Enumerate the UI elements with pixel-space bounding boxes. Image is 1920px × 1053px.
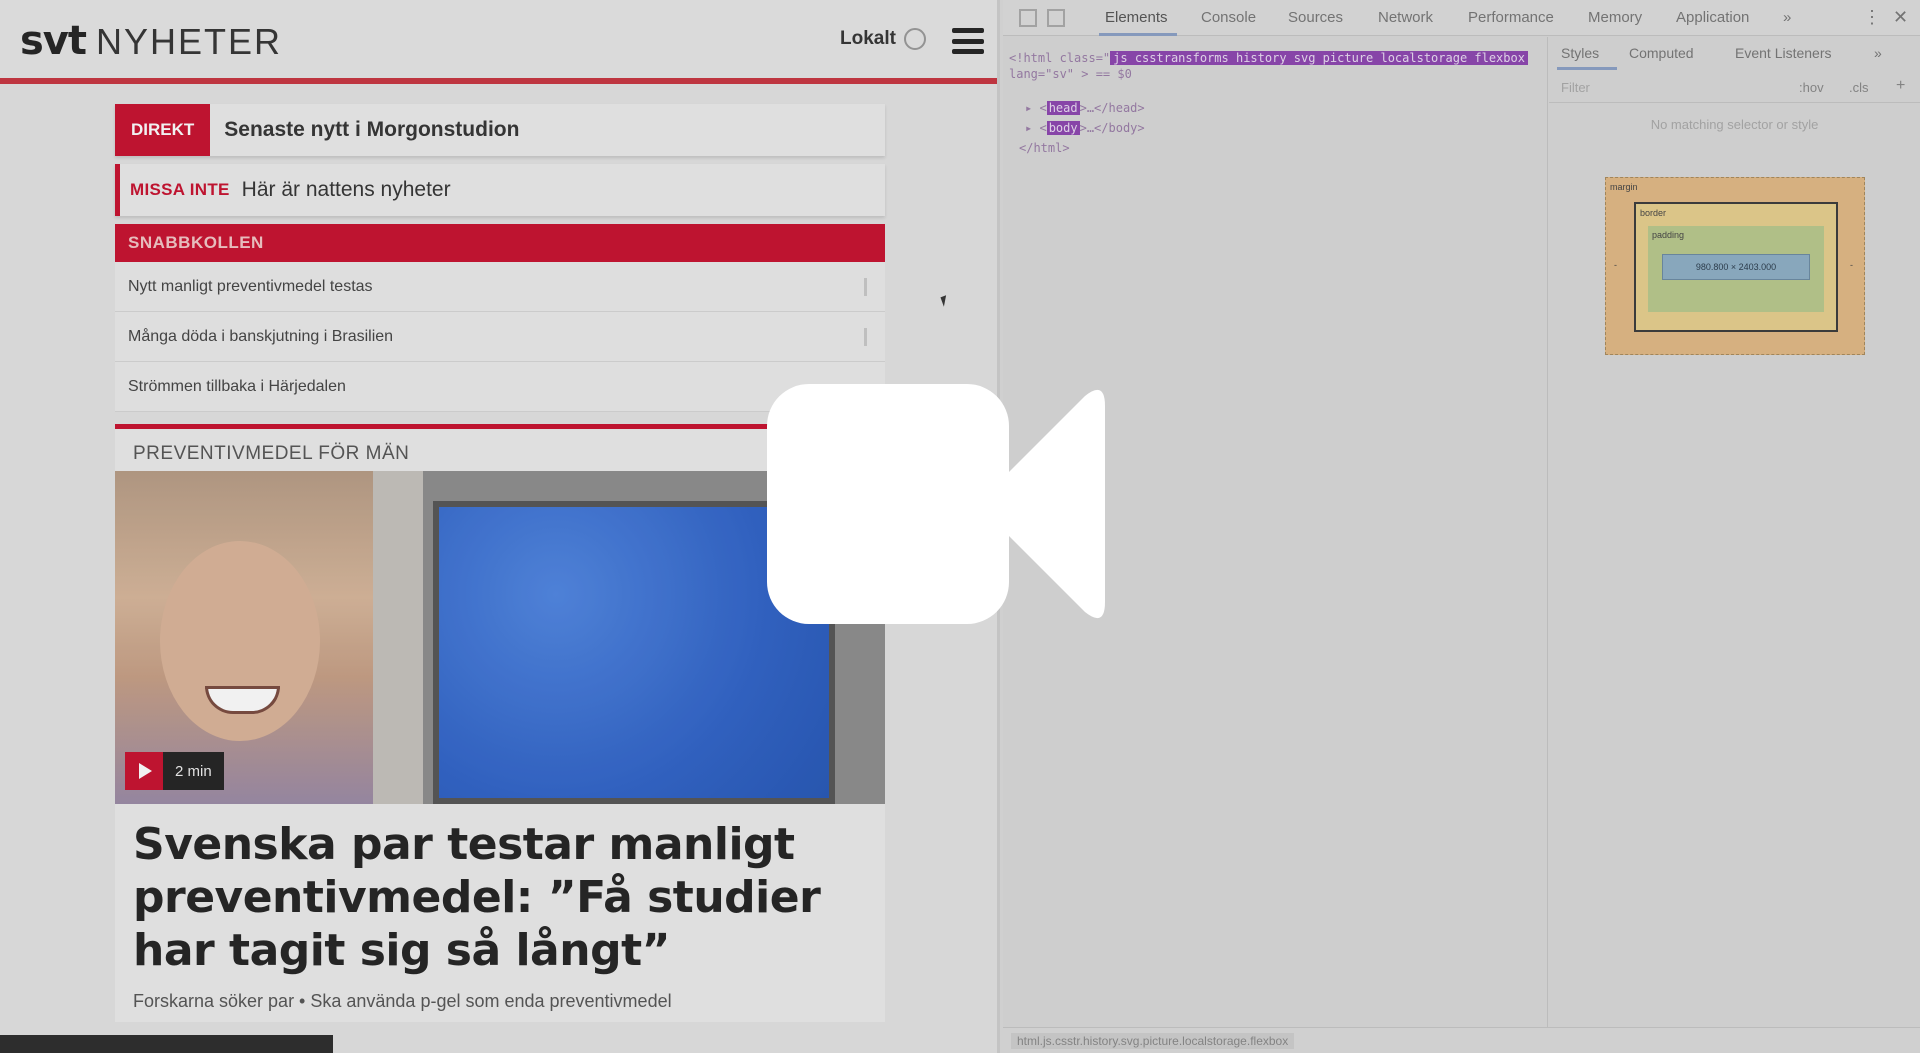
video-overlay <box>0 0 1920 1053</box>
video-camera-icon[interactable] <box>767 384 1107 624</box>
screen: svt NYHETER Lokalt DIREKT Senaste nytt i… <box>0 0 1920 1053</box>
